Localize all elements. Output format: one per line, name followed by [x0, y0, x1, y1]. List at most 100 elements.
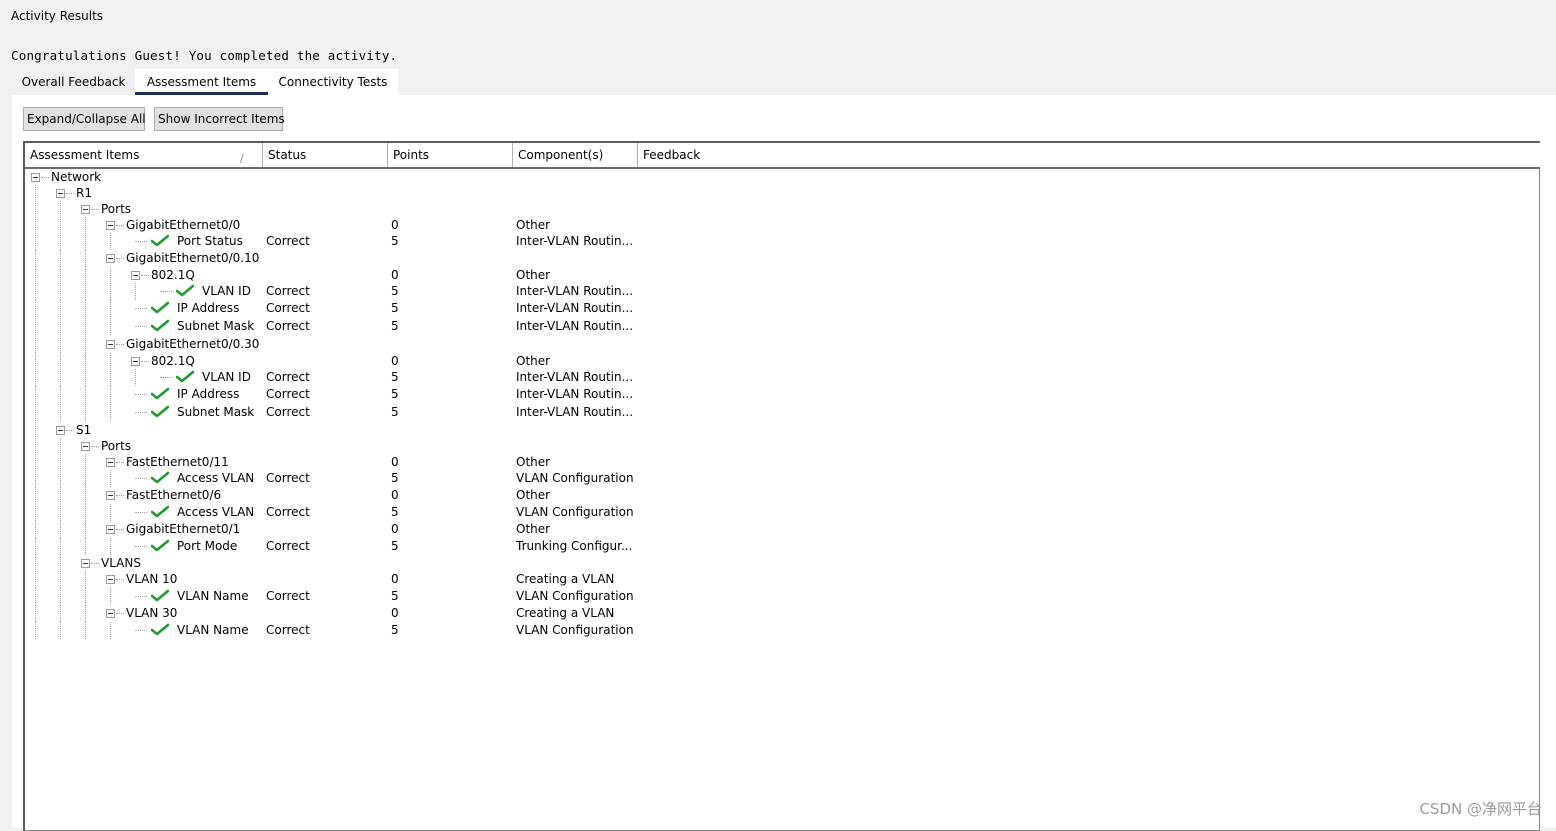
tree-cell-item: 802.1Q	[25, 353, 263, 370]
tree-row[interactable]: FastEthernet0/6 0 Other	[25, 487, 1540, 504]
show-incorrect-items-button[interactable]: Show Incorrect Items	[154, 107, 285, 131]
tree-row[interactable]: VLAN 10 0 Creating a VLAN	[25, 571, 1540, 588]
tree-row[interactable]: GigabitEthernet0/0.30	[25, 336, 1540, 353]
tree-item-label: IP Address	[177, 301, 240, 315]
points-cell: 0	[391, 606, 399, 620]
tree-item-label: Port Status	[177, 234, 243, 248]
collapse-toggle-icon[interactable]	[131, 357, 140, 366]
column-header-label: Assessment Items	[30, 148, 140, 162]
tree-row[interactable]: FastEthernet0/11 0 Other	[25, 454, 1540, 471]
points-cell: 5	[391, 539, 399, 553]
tree-row[interactable]: VLAN ID Correct 5 Inter-VLAN Routin...	[25, 369, 1540, 386]
assessment-panel: Expand/Collapse All Show Incorrect Items…	[12, 95, 1556, 831]
tree-cell-item: Subnet Mask	[25, 318, 263, 335]
column-header-assessment-items[interactable]: Assessment Items /	[25, 143, 263, 167]
tree-guide-line	[110, 404, 111, 421]
tree-row[interactable]: GigabitEthernet0/0.10	[25, 250, 1540, 267]
tree-row[interactable]: Subnet Mask Correct 5 Inter-VLAN Routin...	[25, 318, 1540, 336]
tree-connector	[91, 563, 99, 564]
tree-row[interactable]: IP Address Correct 5 Inter-VLAN Routin...	[25, 300, 1540, 318]
tree-connector	[116, 462, 124, 463]
expand-collapse-all-button[interactable]: Expand/Collapse All	[23, 107, 146, 131]
checkmark-icon	[151, 405, 169, 418]
points-cell: 0	[391, 268, 399, 282]
collapse-toggle-icon[interactable]	[81, 205, 90, 214]
tree-row[interactable]: VLANS	[25, 555, 1540, 572]
tree-row[interactable]: GigabitEthernet0/1 0 Other	[25, 521, 1540, 538]
tree-connector	[141, 275, 149, 276]
collapse-toggle-icon[interactable]	[106, 491, 115, 500]
component-cell: Other	[516, 218, 551, 232]
tree-cell-item: GigabitEthernet0/1	[25, 521, 263, 538]
tree-row[interactable]: S1	[25, 422, 1540, 439]
tree-guide-line	[85, 283, 86, 300]
tab-connectivity-tests[interactable]: Connectivity Tests	[268, 69, 398, 95]
tree-row[interactable]: Ports	[25, 201, 1540, 218]
column-header-feedback[interactable]: Feedback	[638, 143, 1540, 167]
tree-row[interactable]: Port Status Correct 5 Inter-VLAN Routin...	[25, 233, 1540, 250]
tree-row[interactable]: VLAN Name Correct 5 VLAN Configuration	[25, 588, 1540, 605]
points-cell: 0	[391, 455, 399, 469]
tree-row[interactable]: R1	[25, 185, 1540, 202]
tree-item-label: VLAN 10	[126, 572, 178, 586]
collapse-toggle-icon[interactable]	[106, 609, 115, 618]
tree-guide-line	[85, 605, 86, 622]
column-header-points[interactable]: Points	[388, 143, 513, 167]
collapse-toggle-icon[interactable]	[106, 254, 115, 263]
tree-guide-line	[110, 588, 111, 605]
collapse-toggle-icon[interactable]	[56, 426, 65, 435]
tree-row[interactable]: VLAN ID Correct 5 Inter-VLAN Routin...	[25, 283, 1540, 300]
tree-row[interactable]: Access VLAN Correct 5 VLAN Configuration	[25, 470, 1540, 487]
component-cell: VLAN Configuration	[516, 471, 634, 485]
tree-guide-line	[35, 438, 36, 455]
points-cell: 5	[391, 405, 399, 419]
tree-guide-line	[35, 233, 36, 250]
points-cell: 0	[391, 522, 399, 536]
tree-row[interactable]: IP Address Correct 5 Inter-VLAN Routin...	[25, 386, 1540, 404]
tree-row[interactable]: Access VLAN Correct 5 VLAN Configuration	[25, 504, 1540, 521]
tree-guide-line	[85, 487, 86, 504]
tree-guide-line	[85, 267, 86, 284]
collapse-toggle-icon[interactable]	[131, 271, 140, 280]
tree-row[interactable]: GigabitEthernet0/0 0 Other	[25, 217, 1540, 234]
assessment-tree-grid[interactable]: Assessment Items / Status Points Compone…	[23, 141, 1540, 831]
tab-overall-feedback[interactable]: Overall Feedback	[12, 69, 135, 95]
collapse-toggle-icon[interactable]	[106, 340, 115, 349]
tree-row[interactable]: VLAN Name Correct 5 VLAN Configuration	[25, 622, 1540, 639]
tree-guide-line	[110, 283, 111, 300]
tree-guide-line	[110, 353, 111, 370]
collapse-toggle-icon[interactable]	[106, 575, 115, 584]
column-header-status[interactable]: Status	[263, 143, 388, 167]
tree-connector	[135, 326, 147, 327]
tree-connector	[135, 546, 147, 547]
points-cell: 5	[391, 234, 399, 248]
tree-row[interactable]: 802.1Q 0 Other	[25, 353, 1540, 370]
tree-row[interactable]: Ports	[25, 438, 1540, 455]
collapse-toggle-icon[interactable]	[106, 221, 115, 230]
tree-connector	[91, 446, 99, 447]
collapse-toggle-icon[interactable]	[56, 189, 65, 198]
status-cell: Correct	[266, 505, 310, 519]
status-cell: Correct	[266, 319, 310, 333]
tree-row[interactable]: Network	[25, 169, 1540, 185]
collapse-toggle-icon[interactable]	[31, 173, 40, 182]
column-header-components[interactable]: Component(s)	[513, 143, 638, 167]
tree-guide-line	[35, 487, 36, 504]
tree-guide-line	[85, 521, 86, 538]
status-cell: Correct	[266, 539, 310, 553]
checkmark-icon	[151, 471, 169, 484]
tree-item-label: VLAN ID	[202, 370, 251, 384]
grid-header: Assessment Items / Status Points Compone…	[25, 143, 1540, 169]
tree-item-label: Port Mode	[177, 539, 238, 553]
tree-guide-line	[110, 300, 111, 317]
collapse-toggle-icon[interactable]	[81, 442, 90, 451]
tree-row[interactable]: 802.1Q 0 Other	[25, 267, 1540, 284]
collapse-toggle-icon[interactable]	[106, 458, 115, 467]
collapse-toggle-icon[interactable]	[106, 525, 115, 534]
tree-row[interactable]: VLAN 30 0 Creating a VLAN	[25, 605, 1540, 622]
tree-cell-item: Subnet Mask	[25, 404, 263, 421]
tree-row[interactable]: Subnet Mask Correct 5 Inter-VLAN Routin...	[25, 404, 1540, 422]
tab-assessment-items[interactable]: Assessment Items	[135, 69, 268, 95]
tree-row[interactable]: Port Mode Correct 5 Trunking Configur...	[25, 538, 1540, 555]
collapse-toggle-icon[interactable]	[81, 559, 90, 568]
